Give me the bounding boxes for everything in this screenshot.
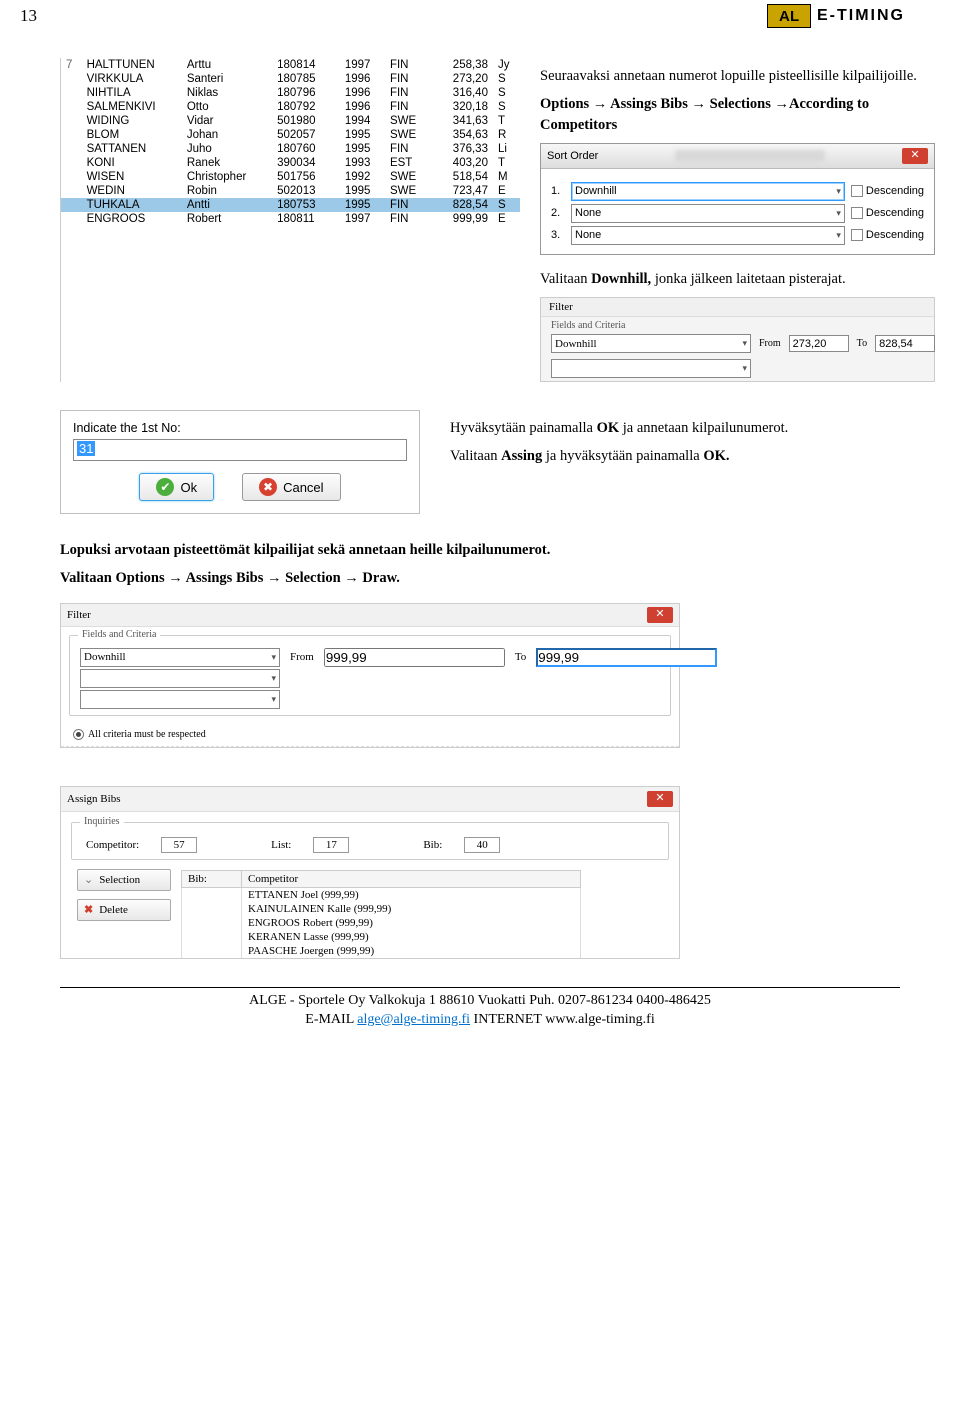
table-row[interactable]: KONIRanek3900341993EST403,20T [61, 156, 520, 170]
radio-label: All criteria must be respected [88, 729, 206, 740]
bib-table[interactable]: Bib:Competitor ETTANEN Joel (999,99)KAIN… [181, 870, 669, 958]
chevron-down-icon: ▾ [836, 186, 841, 197]
chevron-down-icon: ▾ [271, 652, 276, 663]
list-label: List: [271, 839, 291, 851]
blur-region [675, 150, 825, 162]
sort-combo[interactable]: None▾ [571, 204, 845, 223]
table-row[interactable]: WIDINGVidar5019801994SWE341,63T [61, 114, 520, 128]
footer-line2: E-MAIL alge@alge-timing.fi INTERNET www.… [60, 1011, 900, 1030]
page-number: 13 [20, 6, 37, 26]
cancel-button[interactable]: ✖Cancel [242, 473, 340, 501]
ok-button[interactable]: ✔Ok [139, 473, 214, 501]
filter2-field3-combo[interactable]: ▾ [80, 690, 280, 709]
indicate-label: Indicate the 1st No: [73, 421, 407, 435]
ok-p1: Hyväksytään painamalla OK ja annetaan ki… [450, 418, 900, 438]
list-item[interactable]: ETTANEN Joel (999,99) [182, 887, 581, 902]
radio-all-criteria[interactable] [73, 729, 84, 740]
filter2-field-combo[interactable]: Downhill▾ [80, 648, 280, 667]
chevron-down-icon: ▾ [271, 694, 276, 705]
chevron-down-icon: ▾ [742, 363, 747, 374]
list-item[interactable]: ENGROOS Robert (999,99) [182, 916, 581, 930]
table-row[interactable]: VIRKKULASanteri1807851996FIN273,20S [61, 72, 520, 86]
list-item[interactable]: PAASCHE Joergen (999,99) [182, 944, 581, 958]
footer-line1: ALGE - Sportele Oy Valkokuja 1 88610 Vuo… [60, 992, 900, 1011]
indicate-no-dialog: Indicate the 1st No: 31 ✔Ok ✖Cancel [60, 410, 420, 514]
from-label: From [290, 651, 314, 663]
mid-p1: Lopuksi arvotaan pisteettömät kilpailija… [60, 540, 900, 560]
filter1-title: Filter [541, 298, 934, 317]
delete-button[interactable]: ✖Delete [77, 899, 171, 921]
filter2-to-input[interactable] [536, 648, 717, 667]
sort-row: 3.None▾Descending [551, 226, 924, 245]
check-icon: ✔ [156, 478, 174, 496]
descending-checkbox[interactable] [851, 229, 863, 241]
filter2-title: Filter [67, 609, 91, 621]
ok-p2: Valitaan Assing ja hyväksytään painamall… [450, 446, 900, 466]
filter1-field2-combo[interactable]: ▾ [551, 359, 751, 378]
competitor-label: Competitor: [86, 839, 139, 851]
table-row[interactable]: BLOMJohan5020571995SWE354,63R [61, 128, 520, 142]
to-label: To [515, 651, 526, 663]
indicate-input[interactable]: 31 [73, 439, 407, 461]
selection-button[interactable]: ⌄Selection [77, 869, 171, 891]
descending-checkbox[interactable] [851, 185, 863, 197]
table-row[interactable]: SALMENKIVIOtto1807921996FIN320,18S [61, 100, 520, 114]
competitor-table[interactable]: 7HALTTUNENArttu1808141997FIN258,38JyVIRK… [60, 58, 520, 382]
chevron-down-icon: ▾ [836, 208, 841, 219]
competitor-value: 57 [161, 837, 197, 853]
sort-combo[interactable]: None▾ [571, 226, 845, 245]
logo-text: E-TIMING [817, 7, 905, 25]
filter1-from-input[interactable] [789, 335, 849, 352]
chevron-down-icon: ▾ [836, 230, 841, 241]
th-bib: Bib: [182, 870, 242, 887]
table-row[interactable]: SATTANENJuho1807601995FIN376,33Li [61, 142, 520, 156]
filter1-field-combo[interactable]: Downhill▾ [551, 334, 751, 353]
intro-p2: Options → Assings Bibs → Selections →Acc… [540, 94, 935, 135]
table-row[interactable]: ENGROOSRobert1808111997FIN999,99E [61, 212, 520, 226]
mid-p2: Valitaan Options → Assings Bibs → Select… [60, 568, 900, 588]
chevron-down-icon: ▾ [271, 673, 276, 684]
close-icon[interactable]: ✕ [647, 791, 673, 807]
assign-title: Assign Bibs [67, 793, 121, 805]
chevron-down-icon: ⌄ [84, 873, 93, 886]
sort-row: 1.Downhill▾Descending [551, 182, 924, 201]
table-row[interactable]: NIHTILANiklas1807961996FIN316,40S [61, 86, 520, 100]
list-item[interactable]: KAINULAINEN Kalle (999,99) [182, 902, 581, 916]
sort-row: 2.None▾Descending [551, 204, 924, 223]
chevron-down-icon: ▾ [742, 338, 747, 349]
bib-label: Bib: [423, 839, 442, 851]
assign-group: Inquiries [80, 816, 124, 827]
table-row[interactable]: 7HALTTUNENArttu1808141997FIN258,38Jy [61, 58, 520, 72]
intro-p1: Seuraavaksi annetaan numerot lopuille pi… [540, 66, 935, 86]
filter2-from-input[interactable] [324, 648, 505, 667]
filter2-group: Fields and Criteria [78, 629, 160, 640]
bib-value: 40 [464, 837, 500, 853]
page-footer: ALGE - Sportele Oy Valkokuja 1 88610 Vuo… [60, 987, 900, 1030]
from-label: From [759, 338, 781, 349]
filter1-group: Fields and Criteria [541, 317, 934, 331]
list-item[interactable]: KERANEN Lasse (999,99) [182, 930, 581, 944]
table-row[interactable]: WEDINRobin5020131995SWE723,47E [61, 184, 520, 198]
descending-checkbox[interactable] [851, 207, 863, 219]
sort-order-dialog: Sort Order ✕ 1.Downhill▾Descending 2.None… [540, 143, 935, 255]
filter-panel-1: Filter Fields and Criteria Downhill▾ Fro… [540, 297, 935, 382]
email-link[interactable]: alge@alge-timing.fi [357, 1012, 470, 1027]
cancel-icon: ✖ [259, 478, 277, 496]
table-row[interactable]: WISENChristopher5017561992SWE518,54M [61, 170, 520, 184]
close-icon[interactable]: ✕ [902, 148, 928, 164]
sort-combo[interactable]: Downhill▾ [571, 182, 845, 201]
intro-p3: Valitaan Downhill, jonka jälkeen laiteta… [540, 269, 935, 289]
filter-panel-2: Filter ✕ Fields and Criteria Downhill▾ F… [60, 603, 680, 748]
assign-bibs-dialog: Assign Bibs ✕ Inquiries Competitor: 57 L… [60, 786, 680, 959]
th-comp: Competitor [242, 870, 581, 887]
logo: AL E-TIMING [767, 4, 905, 28]
close-icon[interactable]: ✕ [647, 607, 673, 623]
filter2-field2-combo[interactable]: ▾ [80, 669, 280, 688]
table-row[interactable]: TUHKALAAntti1807531995FIN828,54S [61, 198, 520, 212]
to-label: To [857, 338, 867, 349]
list-value: 17 [313, 837, 349, 853]
delete-icon: ✖ [84, 903, 93, 916]
sort-dialog-title: Sort Order [547, 150, 598, 162]
filter1-to-input[interactable] [875, 335, 935, 352]
